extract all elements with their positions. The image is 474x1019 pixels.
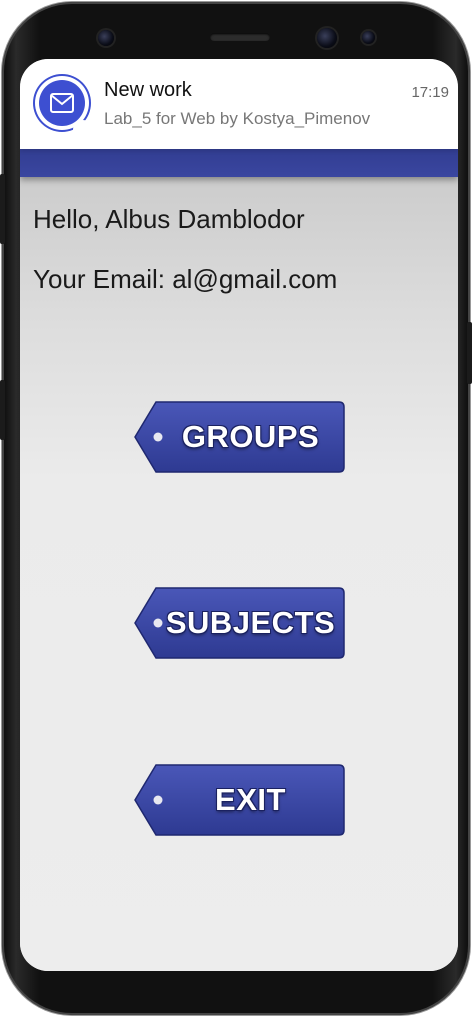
email-text: Your Email: al@gmail.com: [33, 264, 338, 294]
notification-badge: [73, 120, 93, 140]
groups-label: GROUPS: [181, 419, 320, 454]
proximity-sensor: [362, 31, 375, 44]
screen: New work Lab_5 for Web by Kostya_Pimenov…: [20, 59, 458, 971]
front-camera: [98, 30, 114, 46]
groups-button[interactable]: GROUPS: [134, 401, 345, 473]
greeting-text: Hello, Albus Damblodor: [33, 204, 305, 234]
notification-title: New work: [104, 79, 192, 101]
notification-time: 17:19: [411, 84, 449, 101]
earpiece-speaker: [210, 33, 270, 41]
notification-text: Lab_5 for Web by Kostya_Pimenov: [104, 109, 371, 128]
volume-button: [0, 380, 5, 440]
exit-button[interactable]: EXIT: [134, 764, 345, 836]
mail-icon: [39, 80, 85, 126]
exit-label: EXIT: [215, 782, 286, 817]
phone-frame: New work Lab_5 for Web by Kostya_Pimenov…: [0, 2, 472, 1015]
subjects-button[interactable]: SUBJECTS: [134, 587, 345, 659]
notification-banner[interactable]: New work Lab_5 for Web by Kostya_Pimenov…: [20, 59, 458, 149]
bixby-button: [467, 322, 472, 384]
iris-sensor: [317, 28, 337, 48]
subjects-label: SUBJECTS: [165, 605, 336, 640]
power-button: [0, 174, 5, 244]
